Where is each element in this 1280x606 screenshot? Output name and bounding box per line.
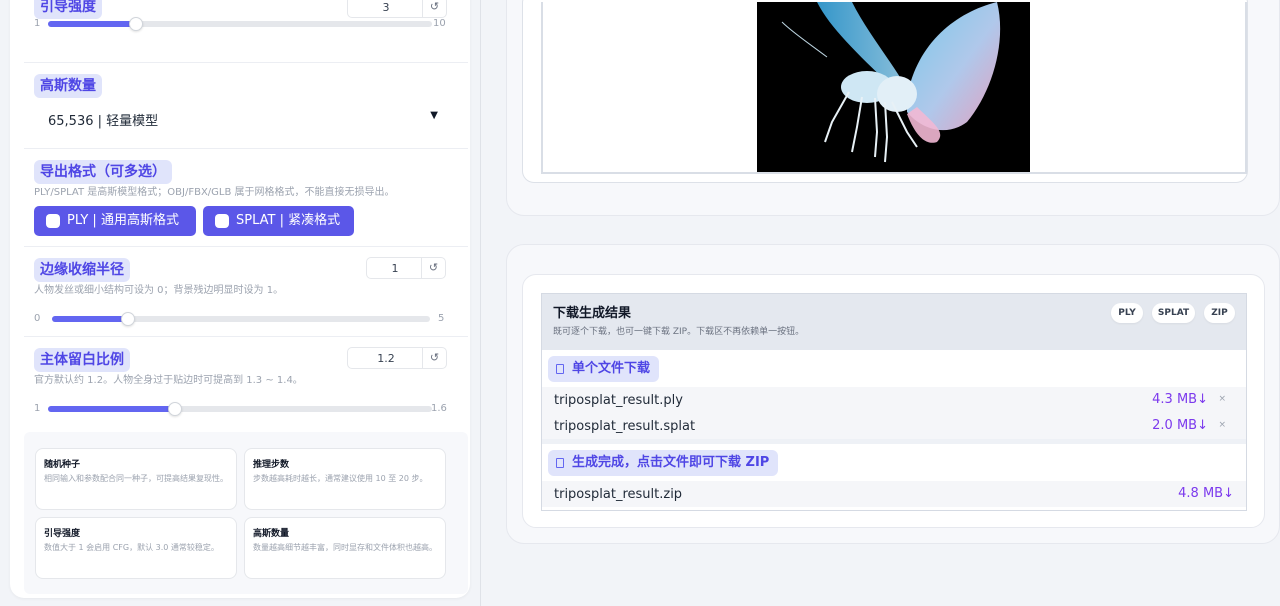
edge-label: 边缘收缩半径 bbox=[34, 258, 130, 282]
edge-min: 0 bbox=[34, 313, 41, 324]
info-card-title: 引导强度 bbox=[44, 529, 81, 539]
preview-panel bbox=[506, 0, 1280, 216]
download-panel: 下载生成结果 既可逐个下载，也可一键下载 ZIP。下载区不再依赖单一按钮。 PL… bbox=[506, 244, 1280, 544]
preview-frame bbox=[541, 2, 1247, 174]
export-section: 导出格式（可多选） PLY/SPLAT 是高斯模型格式；OBJ/FBX/GLB … bbox=[24, 156, 468, 242]
close-icon[interactable]: × bbox=[1218, 394, 1226, 404]
info-card-guidance: 引导强度 数值大于 1 会启用 CFG，默认 3.0 通常较稳定。 bbox=[35, 517, 237, 579]
file-icon bbox=[556, 458, 564, 468]
panel-divider bbox=[480, 0, 481, 606]
gaussian-label: 高斯数量 bbox=[34, 74, 102, 98]
zip-download-text: 生成完成，点击文件即可下载 ZIP bbox=[572, 455, 770, 470]
edge-slider-fill bbox=[52, 316, 128, 322]
info-card-title: 高斯数量 bbox=[253, 529, 290, 539]
margin-label: 主体留白比例 bbox=[34, 348, 130, 372]
margin-max: 1.6 bbox=[431, 403, 447, 414]
edge-slider[interactable] bbox=[52, 312, 430, 326]
file-size: 4.3 MB↓ bbox=[1152, 392, 1208, 407]
zip-download-label: 生成完成，点击文件即可下载 ZIP bbox=[548, 450, 779, 476]
guidance-max: 10 bbox=[433, 18, 446, 29]
download-header: 下载生成结果 既可逐个下载，也可一键下载 ZIP。下载区不再依赖单一按钮。 PL… bbox=[542, 294, 1246, 350]
export-splat-option[interactable]: SPLAT | 紧凑格式 bbox=[203, 206, 354, 236]
export-hint: PLY/SPLAT 是高斯模型格式；OBJ/FBX/GLB 属于网格格式，不能直… bbox=[34, 187, 395, 198]
guidance-label: 引导强度 bbox=[34, 0, 102, 19]
divider bbox=[24, 62, 468, 63]
edge-reset-icon[interactable]: ↺ bbox=[421, 258, 445, 278]
download-title: 下载生成结果 bbox=[553, 306, 632, 321]
guidance-value: 3 bbox=[382, 1, 390, 14]
edge-input[interactable]: 1 ↺ bbox=[366, 257, 446, 279]
guidance-min: 1 bbox=[34, 18, 41, 29]
margin-slider-fill bbox=[48, 406, 175, 412]
file-name: triposplat_result.ply bbox=[554, 393, 683, 408]
guidance-slider-fill bbox=[48, 21, 137, 27]
edge-hint: 人物发丝或细小结构可设为 0；背景残边明显时设为 1。 bbox=[34, 285, 284, 296]
file-name: triposplat_result.zip bbox=[554, 487, 683, 502]
zip-download-group: 生成完成，点击文件即可下载 ZIP triposplat_result.zip … bbox=[542, 444, 1246, 510]
gaussian-selected: 65,536 | 轻量模型 bbox=[48, 114, 159, 129]
file-row-ply[interactable]: triposplat_result.ply 4.3 MB↓ × bbox=[542, 387, 1246, 413]
margin-section: 主体留白比例 1.2 ↺ 官方默认约 1.2。人物全身过于贴边时可提高到 1.3… bbox=[24, 344, 468, 424]
margin-value: 1.2 bbox=[377, 352, 395, 365]
gaussian-section: 高斯数量 65,536 | 轻量模型 ▼ bbox=[24, 70, 468, 142]
format-tag-ply[interactable]: PLY bbox=[1111, 303, 1143, 323]
file-size: 4.8 MB↓ bbox=[1178, 486, 1234, 501]
format-tag-zip[interactable]: ZIP bbox=[1204, 303, 1235, 323]
export-ply-option[interactable]: PLY | 通用高斯格式 bbox=[34, 206, 196, 236]
info-cards-area: 随机种子 相同输入和参数配合同一种子，可提高结果复现性。 推理步数 步数越高耗时… bbox=[24, 432, 468, 594]
export-label: 导出格式（可多选） bbox=[34, 160, 172, 184]
edge-section: 边缘收缩半径 1 ↺ 人物发丝或细小结构可设为 0；背景残边明显时设为 1。 0… bbox=[24, 254, 468, 336]
info-card-desc: 数量越高细节越丰富，同时显存和文件体积也越高。 bbox=[253, 543, 437, 552]
splat-option-label: SPLAT | 紧凑格式 bbox=[236, 213, 341, 228]
settings-panel: 引导强度 3 ↺ 1 10 高斯数量 65,536 | 轻量模型 ▼ 导出格式（… bbox=[10, 0, 470, 598]
butterfly-picture bbox=[781, 2, 1001, 163]
close-icon[interactable]: × bbox=[1218, 420, 1226, 430]
info-card-title: 随机种子 bbox=[44, 460, 81, 470]
format-tag-splat[interactable]: SPLAT bbox=[1152, 303, 1195, 323]
file-icon bbox=[556, 364, 564, 374]
ply-checkbox[interactable] bbox=[46, 214, 60, 228]
single-download-text: 单个文件下载 bbox=[572, 361, 651, 376]
preview-card bbox=[522, 0, 1248, 183]
edge-value: 1 bbox=[391, 262, 399, 275]
single-download-group: 单个文件下载 triposplat_result.ply 4.3 MB↓ × t… bbox=[542, 350, 1246, 439]
divider bbox=[24, 246, 468, 247]
edge-max: 5 bbox=[438, 313, 445, 324]
margin-reset-icon[interactable]: ↺ bbox=[422, 348, 446, 368]
guidance-slider-thumb[interactable] bbox=[129, 17, 144, 31]
ply-option-label: PLY | 通用高斯格式 bbox=[67, 213, 179, 228]
divider bbox=[24, 148, 468, 149]
butterfly-image bbox=[757, 2, 1030, 172]
divider bbox=[24, 336, 468, 337]
guidance-slider[interactable] bbox=[48, 17, 432, 31]
margin-hint: 官方默认约 1.2。人物全身过于贴边时可提高到 1.3 ~ 1.4。 bbox=[34, 375, 303, 386]
info-card-seed: 随机种子 相同输入和参数配合同一种子，可提高结果复现性。 bbox=[35, 448, 237, 510]
chevron-down-icon: ▼ bbox=[430, 110, 438, 121]
info-card-gaussians: 高斯数量 数量越高细节越丰富，同时显存和文件体积也越高。 bbox=[244, 517, 446, 579]
margin-slider-thumb[interactable] bbox=[167, 402, 182, 416]
download-box: 下载生成结果 既可逐个下载，也可一键下载 ZIP。下载区不再依赖单一按钮。 PL… bbox=[541, 293, 1247, 511]
single-download-label: 单个文件下载 bbox=[548, 356, 660, 382]
splat-checkbox[interactable] bbox=[215, 214, 229, 228]
download-subtitle: 既可逐个下载，也可一键下载 ZIP。下载区不再依赖单一按钮。 bbox=[553, 327, 805, 337]
file-size: 2.0 MB↓ bbox=[1152, 418, 1208, 433]
download-card: 下载生成结果 既可逐个下载，也可一键下载 ZIP。下载区不再依赖单一按钮。 PL… bbox=[522, 274, 1265, 528]
margin-slider[interactable] bbox=[48, 402, 432, 416]
guidance-section: 引导强度 3 ↺ 1 10 bbox=[24, 0, 468, 56]
info-card-steps: 推理步数 步数越高耗时越长，通常建议使用 10 至 20 步。 bbox=[244, 448, 446, 510]
info-card-desc: 相同输入和参数配合同一种子，可提高结果复现性。 bbox=[44, 474, 228, 483]
info-card-desc: 步数越高耗时越长，通常建议使用 10 至 20 步。 bbox=[253, 474, 428, 483]
margin-input[interactable]: 1.2 ↺ bbox=[347, 347, 447, 369]
info-card-title: 推理步数 bbox=[253, 460, 290, 470]
margin-min: 1 bbox=[34, 403, 41, 414]
file-row-zip[interactable]: triposplat_result.zip 4.8 MB↓ bbox=[542, 481, 1246, 507]
gaussian-select[interactable]: 65,536 | 轻量模型 ▼ bbox=[34, 102, 438, 132]
file-row-splat[interactable]: triposplat_result.splat 2.0 MB↓ × bbox=[542, 413, 1246, 439]
guidance-input[interactable]: 3 ↺ bbox=[347, 0, 447, 18]
edge-slider-thumb[interactable] bbox=[120, 312, 135, 326]
guidance-reset-icon[interactable]: ↺ bbox=[422, 0, 446, 17]
info-card-desc: 数值大于 1 会启用 CFG，默认 3.0 通常较稳定。 bbox=[44, 543, 219, 552]
file-name: triposplat_result.splat bbox=[554, 419, 696, 434]
